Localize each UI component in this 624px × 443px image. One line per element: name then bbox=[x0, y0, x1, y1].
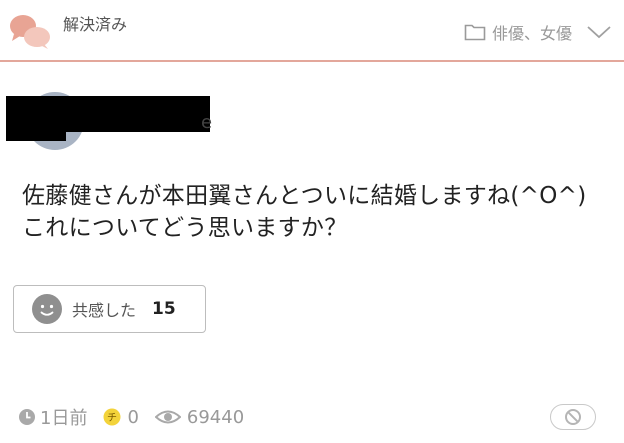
category-link[interactable]: 俳優、女優 bbox=[464, 20, 612, 44]
question-header: 解決済み 俳優、女優 bbox=[0, 0, 624, 62]
empathy-count: 15 bbox=[152, 299, 176, 319]
chevron-down-icon[interactable] bbox=[586, 24, 612, 40]
hide-button[interactable] bbox=[550, 404, 596, 430]
clock-icon bbox=[19, 409, 35, 425]
speech-bubbles-icon bbox=[10, 15, 50, 49]
question-meta: 1日前 チ 0 69440 bbox=[18, 404, 244, 430]
view-count: 69440 bbox=[186, 406, 245, 428]
eye-icon bbox=[154, 410, 181, 424]
redaction-block bbox=[6, 96, 210, 132]
chie-count: 0 bbox=[127, 406, 139, 428]
empathy-button[interactable]: 共感した 15 bbox=[13, 285, 206, 333]
question-line: これについてどう思いますか？ bbox=[22, 215, 348, 241]
face-icon bbox=[32, 294, 62, 324]
folder-icon bbox=[464, 24, 486, 41]
category-label: 俳優、女優 bbox=[491, 24, 572, 43]
redaction-block bbox=[6, 128, 66, 141]
svg-text:チ: チ bbox=[107, 412, 117, 424]
block-icon bbox=[565, 409, 581, 425]
question-line: 佐藤健さんが本田翼さんとついに結婚しますね(^O^) bbox=[22, 183, 587, 209]
user-name-fragment: e bbox=[201, 112, 213, 133]
question-body: 佐藤健さんが本田翼さんとついに結婚しますね(^O^) これについてどう思いますか… bbox=[22, 180, 618, 244]
status-label: 解決済み bbox=[63, 15, 128, 34]
chie-coin-icon: チ bbox=[103, 408, 121, 426]
empathy-label: 共感した bbox=[72, 301, 137, 320]
posted-time: 1日前 bbox=[40, 408, 88, 429]
